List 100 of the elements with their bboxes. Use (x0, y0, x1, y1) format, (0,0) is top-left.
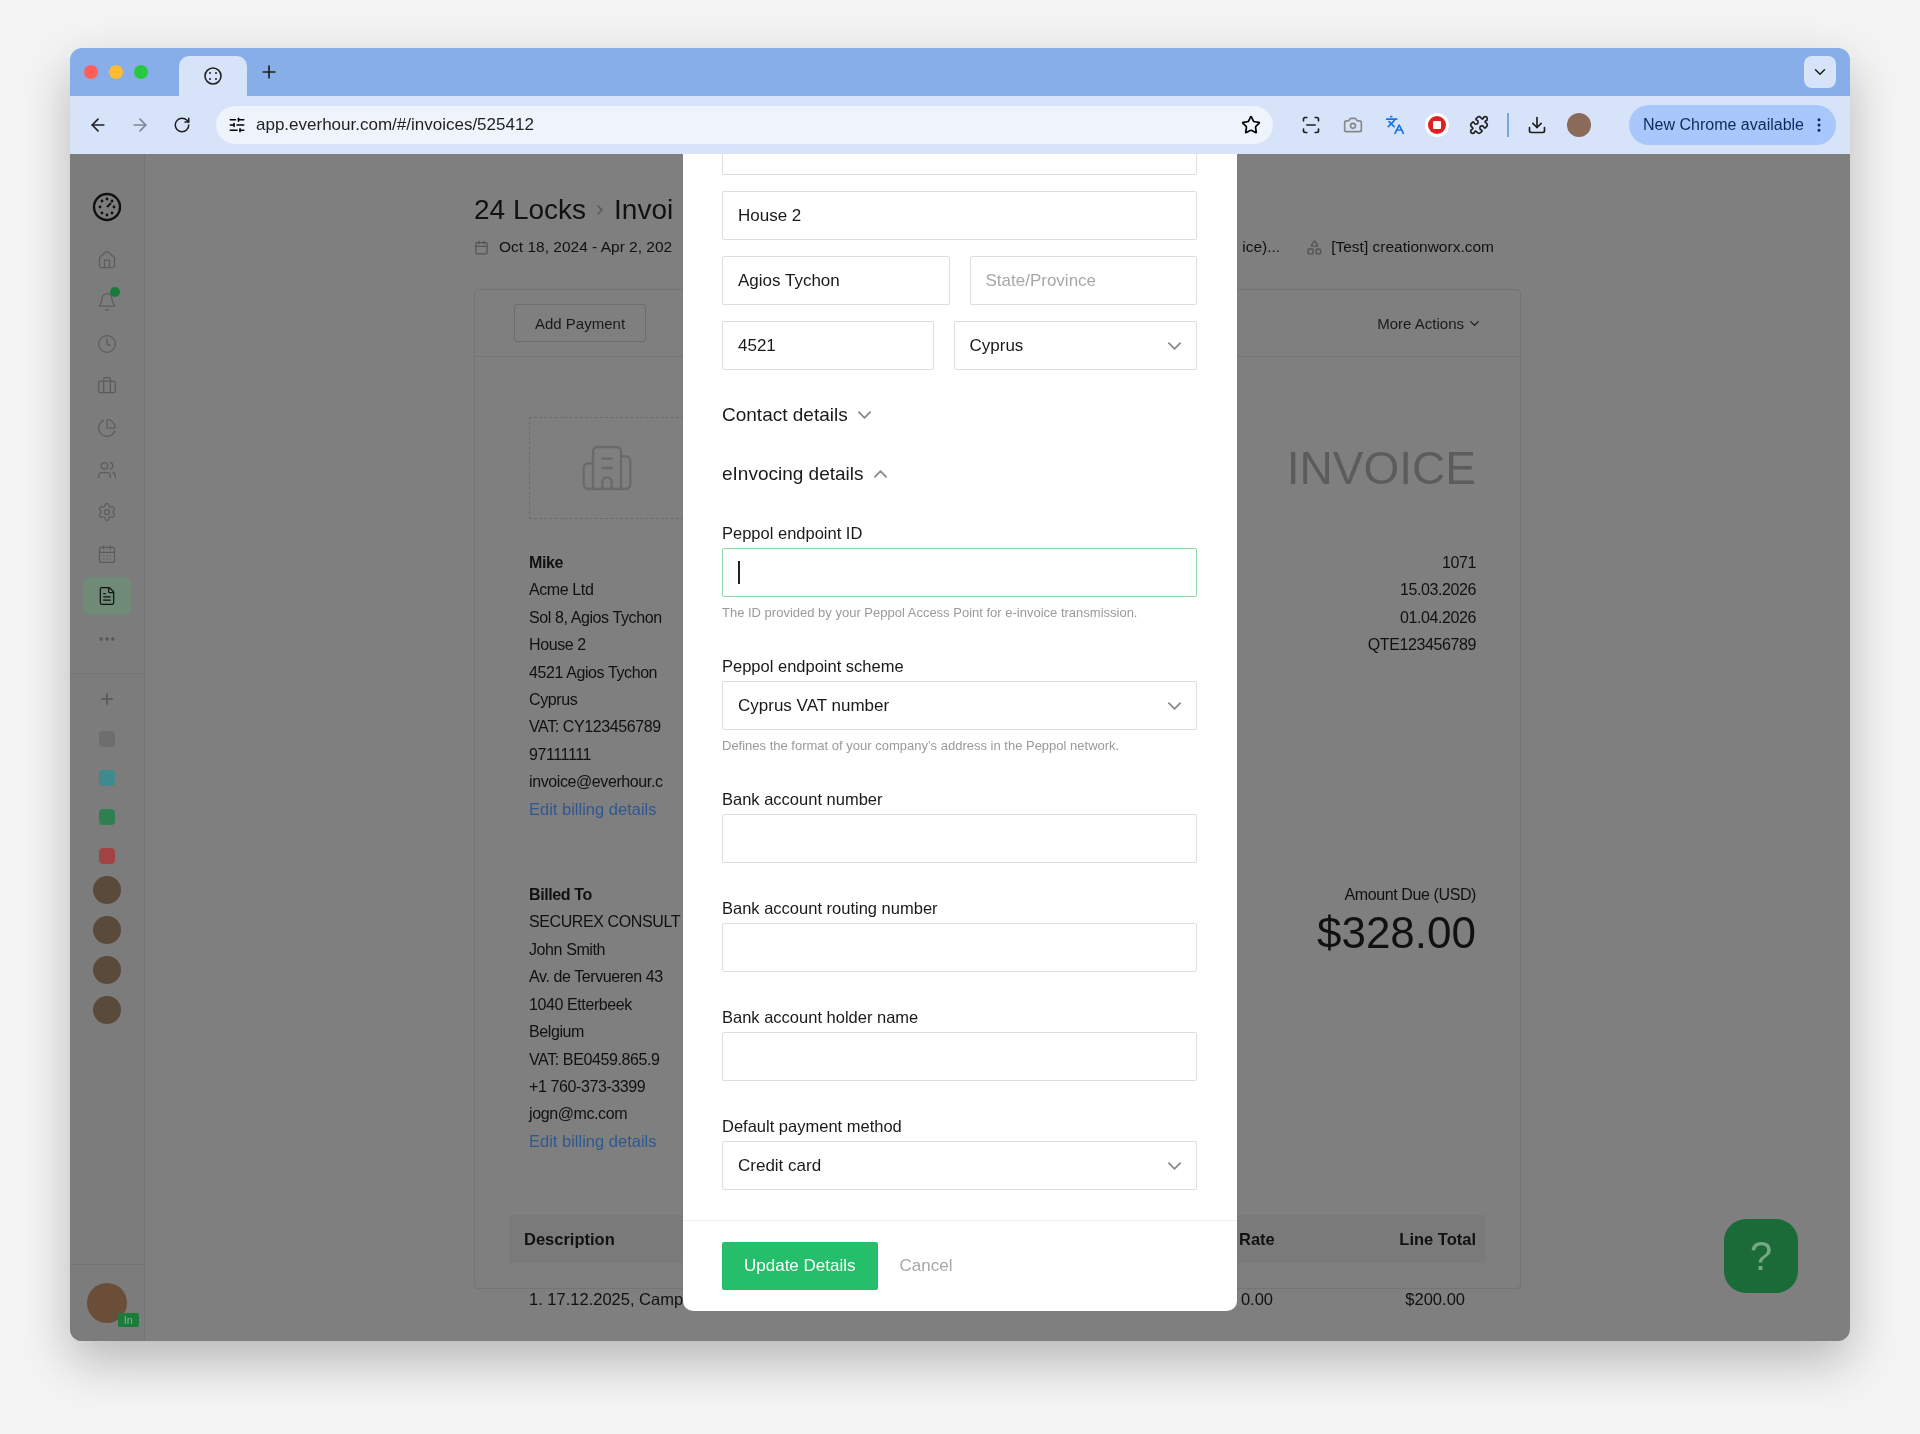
notification-dot (110, 287, 120, 297)
input-field[interactable] (722, 923, 1197, 972)
calendar-icon (97, 544, 117, 564)
client-name: [Test] creationworx.com (1331, 238, 1494, 256)
minimize-window-button[interactable] (109, 65, 123, 79)
invoice-meta-value: 15.03.2026 (1399, 580, 1476, 601)
project-color-square[interactable] (99, 848, 115, 864)
sender-line: Cyprus (529, 690, 578, 711)
billed-to-line: Belgium (529, 1022, 584, 1043)
section-toggle[interactable]: eInvocing details (722, 460, 887, 488)
invoice-meta-value: 1071 (1442, 553, 1476, 573)
avatar[interactable] (93, 996, 121, 1024)
add-icon[interactable] (98, 690, 116, 708)
amount-due-label: Amount Due (USD) (1344, 885, 1476, 906)
input-field[interactable] (722, 814, 1197, 863)
chevron-down-icon (1168, 701, 1181, 710)
field-label: Peppol endpoint scheme (722, 656, 905, 676)
billed-to-line: jogn@mc.com (529, 1104, 628, 1125)
translate-icon[interactable] (1385, 115, 1405, 135)
project-color-square[interactable] (99, 809, 115, 825)
invoice-meta-value: 01.04.2026 (1399, 607, 1476, 628)
reload-icon[interactable] (173, 116, 191, 134)
download-icon[interactable] (1527, 115, 1547, 135)
select-field[interactable]: Cyprus (953, 321, 1197, 370)
site-settings-icon[interactable] (228, 116, 246, 134)
project-name: ice)... (1242, 238, 1281, 256)
nav-item-selected[interactable] (83, 577, 131, 615)
chevron-down-icon (1168, 1161, 1181, 1170)
select-field[interactable]: Cyprus VAT number (722, 681, 1197, 730)
project-color-square[interactable] (99, 770, 115, 786)
field-label: Bank account holder name (722, 1007, 920, 1027)
close-window-button[interactable] (84, 65, 98, 79)
calendar-icon (474, 239, 489, 255)
billed-to-line: +1 760-373-3399 (529, 1076, 646, 1097)
address-bar[interactable]: app.everhour.com/#/invoices/525412 (216, 106, 1273, 144)
chevron-down-icon (1168, 341, 1181, 350)
field-label: Bank account routing number (722, 898, 939, 918)
sender-line: Sol 8, Agios Tychon (529, 607, 662, 628)
shapes-icon (1306, 238, 1324, 256)
extensions-icon[interactable] (1469, 115, 1489, 135)
table-cell-text: 1. 17.12.2025, Camp (529, 1289, 685, 1309)
chevron-up-icon (873, 470, 887, 478)
sender-line: invoice@everhour.c (529, 772, 663, 793)
document-icon (97, 586, 117, 606)
site-logo-icon (203, 66, 223, 86)
bookmark-star-icon[interactable] (1241, 115, 1261, 135)
sender-line: 97111111 (529, 744, 592, 765)
field-hint: Defines the format of your company’s address in the Peppol network. (722, 738, 1121, 754)
input-field[interactable]: State/Province (969, 256, 1197, 305)
zoom-window-button[interactable] (134, 65, 148, 79)
breadcrumb-link[interactable]: 24 Locks (474, 193, 587, 227)
avatar[interactable] (93, 956, 121, 984)
pie-chart-icon (97, 418, 117, 438)
more-actions-button[interactable]: More Actions (1377, 314, 1482, 332)
invoice-meta-value: QTE123456789 (1367, 635, 1476, 656)
select-field[interactable]: Credit card (722, 1141, 1197, 1190)
home-icon (97, 250, 117, 270)
table-cell-text: 0.00 (1239, 1289, 1273, 1309)
avatar[interactable] (93, 916, 121, 944)
briefcase-icon (97, 376, 117, 396)
camera-icon[interactable] (1343, 115, 1363, 135)
profile-avatar[interactable] (1566, 112, 1592, 138)
update-chrome-button[interactable]: New Chrome available (1629, 105, 1836, 145)
column-header: Description (524, 1229, 616, 1249)
amount-due-value: $328.00 (1316, 908, 1476, 959)
input-field[interactable]: 4521 (722, 321, 934, 370)
billed-to-heading: Billed To (529, 885, 592, 906)
input-field[interactable]: Agios Tychon (722, 256, 950, 305)
table-cell-text: $200.00 (1404, 1289, 1465, 1309)
screenshot-icon[interactable] (1301, 115, 1321, 135)
clock-icon (97, 334, 117, 354)
browser-tab[interactable] (179, 56, 247, 96)
billed-to-line: 1040 Etterbeek (529, 994, 632, 1015)
input-field[interactable] (722, 548, 1197, 597)
input-field[interactable]: House 2 (722, 191, 1197, 240)
page-title: Invoi (614, 193, 674, 227)
avatar[interactable] (93, 876, 121, 904)
record-icon[interactable] (1424, 112, 1450, 138)
field-label: Bank account number (722, 789, 884, 809)
text-cursor (738, 561, 740, 584)
billed-to-line: John Smith (529, 939, 606, 960)
sender-line: VAT: CY123456789 (529, 717, 661, 738)
logo-icon (92, 192, 122, 222)
people-icon (97, 460, 117, 480)
field-hint: The ID provided by your Peppol Access Point for e-invoice transmission. (722, 605, 1139, 621)
billed-to-line: SECUREX CONSULT (529, 912, 681, 933)
section-toggle[interactable]: Contact details (722, 401, 871, 429)
url-text: app.everhour.com/#/invoices/525412 (256, 115, 535, 135)
chevron-down-icon (857, 411, 871, 419)
field-label: Peppol endpoint ID (722, 523, 864, 543)
add-payment-button[interactable]: Add Payment (514, 304, 647, 342)
column-header: Rate (1239, 1229, 1276, 1249)
billed-to-line: Av. de Tervueren 43 (529, 967, 663, 988)
input-field[interactable] (722, 1032, 1197, 1081)
sender-line: Mike (529, 553, 563, 573)
settings-icon (97, 502, 117, 522)
bell-icon (97, 292, 117, 312)
sender-line: 4521 Agios Tychon (529, 662, 658, 683)
field-label: Default payment method (722, 1116, 903, 1136)
date-range: Oct 18, 2024 - Apr 2, 202 (499, 238, 673, 256)
